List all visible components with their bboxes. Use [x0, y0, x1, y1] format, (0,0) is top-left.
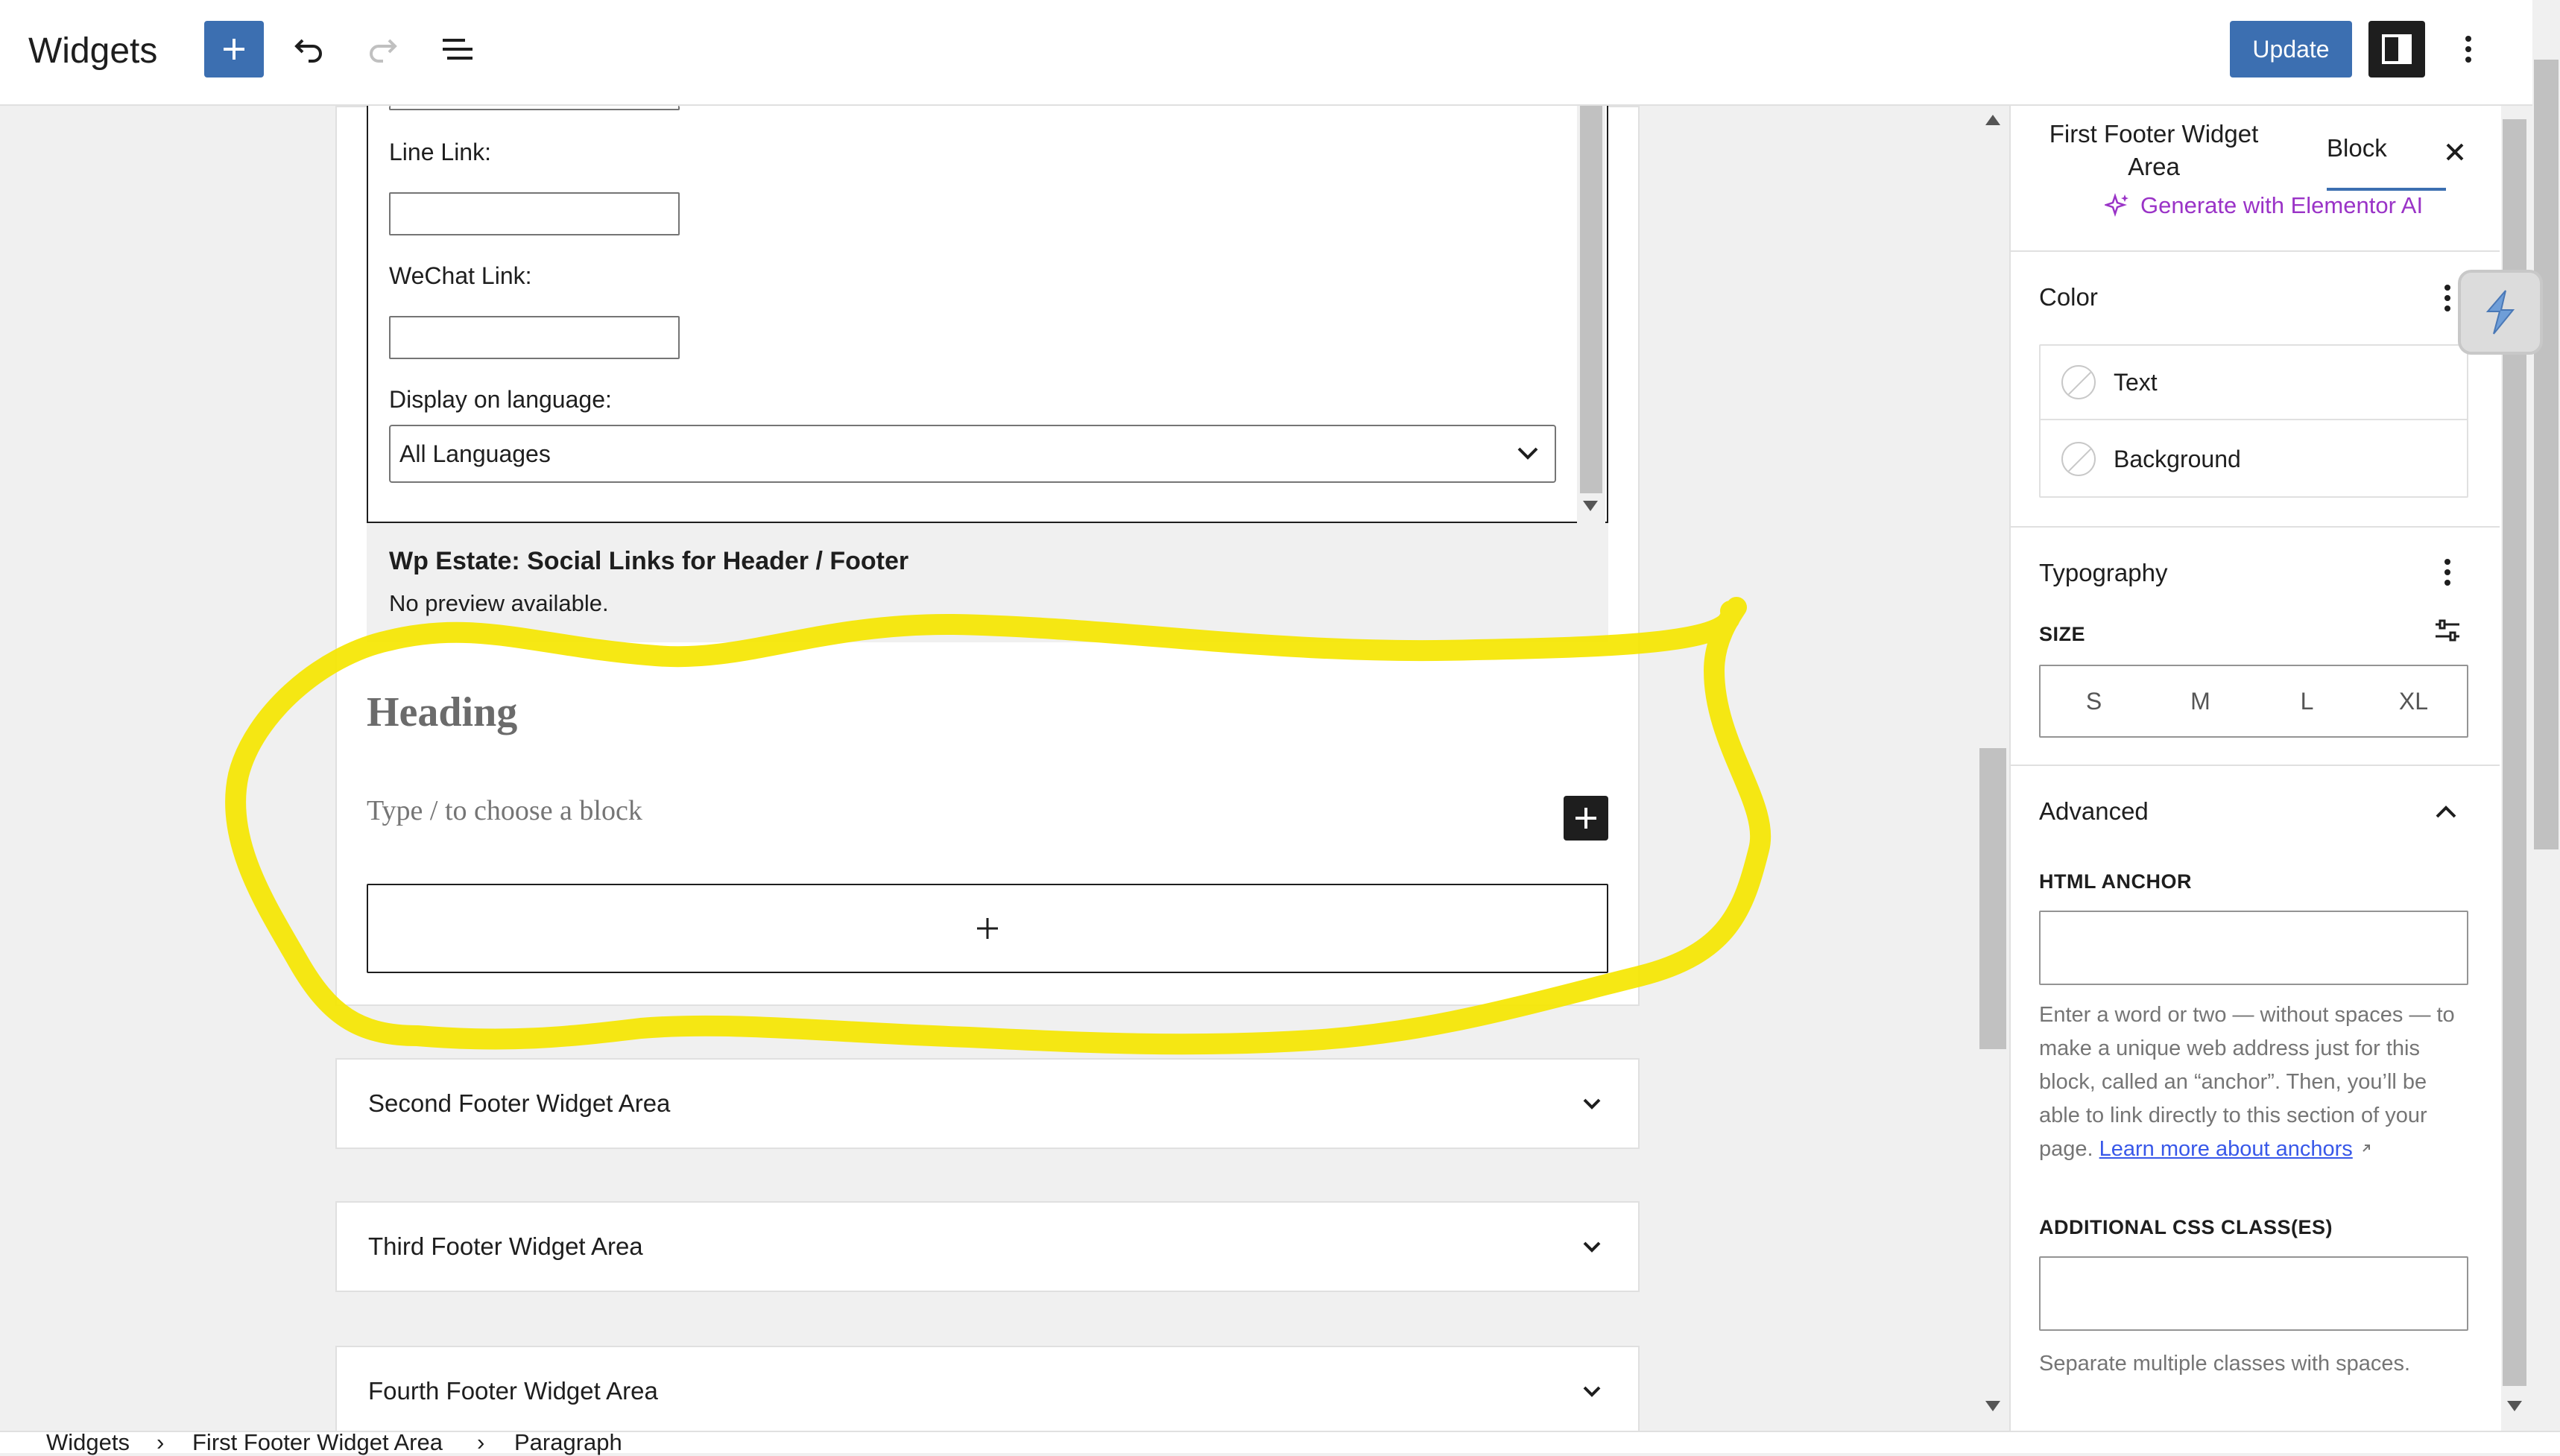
css-class-label: ADDITIONAL CSS CLASS(ES)	[2039, 1216, 2333, 1238]
close-icon	[2446, 143, 2464, 161]
background-color-option[interactable]: Background	[2041, 422, 2467, 496]
more-vertical-icon	[2465, 36, 2471, 63]
fourth-footer-widget-area[interactable]: Fourth Footer Widget Area	[335, 1346, 1640, 1437]
size-option-l[interactable]: L	[2254, 688, 2360, 715]
tab-widget-area[interactable]: First Footer Widget Area	[2042, 118, 2266, 183]
size-option-m[interactable]: M	[2147, 688, 2254, 715]
sparkle-icon	[2105, 193, 2128, 217]
inline-add-block-button[interactable]	[1564, 796, 1608, 841]
redo-icon	[370, 39, 397, 63]
update-button[interactable]: Update	[2230, 21, 2352, 77]
chevron-right-icon: ›	[477, 1429, 485, 1455]
chevron-down-icon	[1575, 1088, 1608, 1124]
widget-preview-message: No preview available.	[389, 590, 609, 616]
wechat-link-label: WeChat Link:	[389, 262, 532, 289]
chevron-down-icon	[1575, 1376, 1608, 1412]
line-link-label: Line Link:	[389, 139, 491, 165]
list-view-button[interactable]	[429, 21, 486, 77]
scroll-down-arrow-icon[interactable]	[1985, 1401, 2000, 1411]
area-title: Fourth Footer Widget Area	[368, 1377, 658, 1405]
canvas-scroll-thumb[interactable]	[1979, 748, 2006, 1049]
settings-sidebar-toggle[interactable]	[2368, 21, 2425, 77]
third-footer-widget-area[interactable]: Third Footer Widget Area	[335, 1201, 1640, 1292]
language-select[interactable]: All Languages	[389, 425, 1556, 483]
redo-button[interactable]	[355, 21, 411, 77]
external-link-icon	[2363, 1145, 2370, 1152]
chevron-right-icon: ›	[157, 1429, 165, 1455]
background-color-label: Background	[2114, 445, 2241, 472]
html-anchor-label: HTML ANCHOR	[2039, 870, 2192, 893]
elementor-logo-icon	[2485, 290, 2515, 335]
scroll-down-arrow-icon[interactable]	[2507, 1401, 2522, 1411]
typography-section-title: Typography	[2039, 559, 2168, 586]
size-option-s[interactable]: S	[2041, 688, 2147, 715]
chevron-up-icon[interactable]	[2431, 797, 2461, 831]
generate-with-elementor-ai-link[interactable]: Generate with Elementor AI	[2105, 192, 2423, 219]
active-tab-indicator	[2327, 188, 2446, 191]
undo-button[interactable]	[280, 21, 337, 77]
plus-icon	[224, 39, 244, 60]
sidebar-icon	[2382, 34, 2412, 64]
divider	[2011, 526, 2500, 528]
html-anchor-input[interactable]	[2039, 911, 2468, 985]
more-vertical-icon	[2444, 285, 2450, 311]
generate-ai-label: Generate with Elementor AI	[2140, 192, 2424, 218]
undo-icon	[294, 39, 322, 63]
text-color-label: Text	[2114, 368, 2158, 396]
font-size-picker: S M L XL	[2039, 665, 2468, 738]
scroll-up-arrow-icon[interactable]	[1985, 115, 2000, 125]
close-sidebar-button[interactable]	[2433, 130, 2477, 174]
add-block-button[interactable]	[204, 21, 264, 77]
tab-block[interactable]: Block	[2327, 134, 2387, 162]
typography-options-button[interactable]	[2433, 550, 2462, 595]
settings-sliders-icon	[2436, 619, 2459, 642]
options-menu-button[interactable]	[2446, 21, 2491, 77]
scroll-down-arrow-icon[interactable]	[1583, 501, 1598, 511]
breadcrumb-widgets[interactable]: Widgets	[46, 1429, 130, 1456]
list-view-icon	[443, 39, 473, 60]
size-option-xl[interactable]: XL	[2360, 688, 2467, 715]
widget-form-scroll-thumb[interactable]	[1580, 106, 1602, 493]
line-link-input[interactable]	[389, 192, 680, 235]
language-selected-value: All Languages	[399, 440, 551, 467]
empty-swatch-icon	[2061, 442, 2096, 476]
area-title: Second Footer Widget Area	[368, 1089, 671, 1117]
paragraph-placeholder[interactable]: Type / to choose a block	[367, 794, 642, 827]
elementor-ai-floating-button[interactable]	[2458, 270, 2543, 355]
color-options-panel: Text Background	[2039, 344, 2468, 498]
color-section-title: Color	[2039, 283, 2098, 311]
chevron-down-icon	[1511, 437, 1544, 473]
widget-preview	[367, 523, 1608, 642]
divider	[2011, 250, 2500, 252]
divider	[2011, 765, 2500, 766]
area-title: Third Footer Widget Area	[368, 1232, 643, 1260]
wechat-link-input[interactable]	[389, 316, 680, 359]
breadcrumb-paragraph[interactable]: Paragraph	[514, 1429, 622, 1456]
block-appender-button[interactable]	[367, 884, 1608, 973]
advanced-section-title[interactable]: Advanced	[2039, 797, 2149, 826]
size-label: SIZE	[2039, 623, 2086, 645]
page-scroll-thumb[interactable]	[2534, 60, 2559, 849]
plus-icon	[977, 918, 998, 939]
css-class-help: Separate multiple classes with spaces.	[2039, 1352, 2411, 1376]
breadcrumb-widget-area[interactable]: First Footer Widget Area	[192, 1429, 443, 1456]
learn-more-anchors-link[interactable]: Learn more about anchors	[2099, 1137, 2353, 1161]
display-language-label: Display on language:	[389, 386, 612, 413]
previous-link-input[interactable]	[389, 106, 680, 110]
plus-icon	[1575, 808, 1596, 829]
widget-preview-title: Wp Estate: Social Links for Header / Foo…	[389, 547, 909, 575]
chevron-down-icon	[1575, 1231, 1608, 1267]
heading-block[interactable]: Heading	[367, 689, 517, 736]
empty-swatch-icon	[2061, 365, 2096, 399]
html-anchor-help: Enter a word or two — without spaces — t…	[2039, 998, 2468, 1166]
css-class-input[interactable]	[2039, 1256, 2468, 1331]
custom-size-toggle[interactable]	[2433, 615, 2462, 649]
more-vertical-icon	[2444, 559, 2450, 586]
second-footer-widget-area[interactable]: Second Footer Widget Area	[335, 1058, 1640, 1149]
page-title: Widgets	[28, 31, 158, 71]
text-color-option[interactable]: Text	[2041, 346, 2467, 420]
